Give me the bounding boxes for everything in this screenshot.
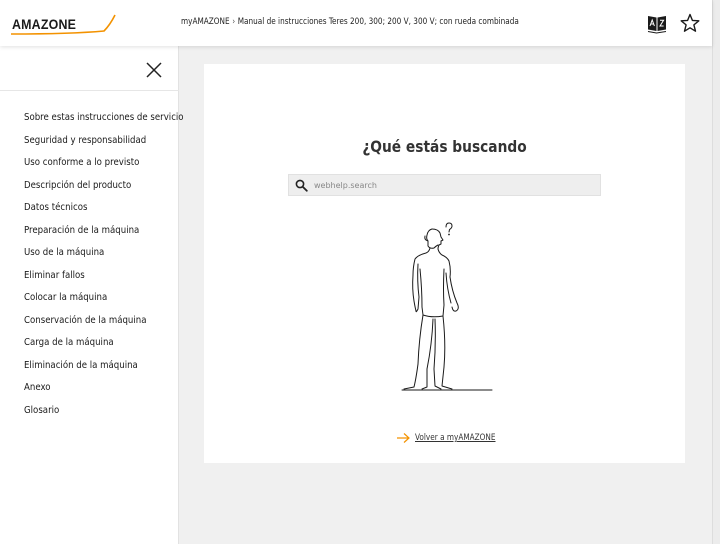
sidebar-item-eliminacion[interactable]: Eliminación de la máquina	[24, 360, 184, 383]
breadcrumb: myAMAZONE › Manual de instrucciones Teres …	[181, 17, 519, 27]
star-icon	[680, 13, 700, 32]
glossary-button[interactable]	[646, 12, 668, 34]
search-box[interactable]	[288, 174, 601, 196]
page-scrollbar[interactable]	[712, 0, 720, 544]
breadcrumb-home-link[interactable]: myAMAZONE	[181, 17, 230, 27]
sidebar-item-carga[interactable]: Carga de la máquina	[24, 337, 184, 360]
sidebar-nav: Sobre estas instrucciones de servicio Se…	[24, 112, 210, 427]
sidebar: Sobre estas instrucciones de servicio Se…	[0, 46, 184, 544]
sidebar-item-glosario[interactable]: Glosario	[24, 405, 184, 428]
sidebar-item-uso-conforme[interactable]: Uso conforme a lo previsto	[24, 157, 184, 180]
arrow-right-icon	[397, 433, 410, 443]
logo-swoosh	[11, 14, 116, 35]
thinking-person-icon	[401, 222, 493, 391]
sidebar-item-conservacion[interactable]: Conservación de la máquina	[24, 315, 184, 338]
sidebar-item-datos-tecnicos[interactable]: Datos técnicos	[24, 202, 184, 225]
amazone-logo[interactable]: AMAZONE	[11, 13, 117, 37]
sidebar-item-eliminar-fallos[interactable]: Eliminar fallos	[24, 270, 184, 293]
sidebar-item-colocar-maquina[interactable]: Colocar la máquina	[24, 292, 184, 315]
main-content: ¿Qué estás buscando webhelp.search Volve…	[204, 64, 685, 463]
sidebar-close-button[interactable]	[144, 60, 164, 80]
back-to-myamazone-link[interactable]: Volver a myAMAZONE	[396, 432, 509, 444]
page-title: ¿Qué estás buscando	[362, 137, 527, 156]
top-header: AMAZONE myAMAZONE › Manual de instruccione…	[0, 0, 712, 46]
glossary-book-icon	[647, 16, 667, 34]
sidebar-item-seguridad[interactable]: Seguridad y responsabilidad	[24, 135, 184, 158]
sidebar-item-sobre-instrucciones[interactable]: Sobre estas instrucciones de servicio	[24, 112, 184, 135]
search-input[interactable]	[314, 176, 594, 194]
sidebar-item-anexo[interactable]: Anexo	[24, 382, 184, 405]
sidebar-divider	[0, 90, 179, 91]
sidebar-item-uso-maquina[interactable]: Uso de la máquina	[24, 247, 184, 270]
sidebar-item-descripcion-producto[interactable]: Descripción del producto	[24, 180, 184, 203]
back-link-label: Volver a myAMAZONE	[415, 433, 496, 443]
search-icon[interactable]	[295, 179, 308, 192]
close-icon	[146, 62, 162, 78]
breadcrumb-current: Manual de instrucciones Teres 200, 300; …	[237, 17, 519, 27]
breadcrumb-separator: ›	[232, 17, 236, 27]
favorite-button[interactable]	[679, 12, 701, 34]
sidebar-item-preparacion[interactable]: Preparación de la máquina	[24, 225, 184, 248]
